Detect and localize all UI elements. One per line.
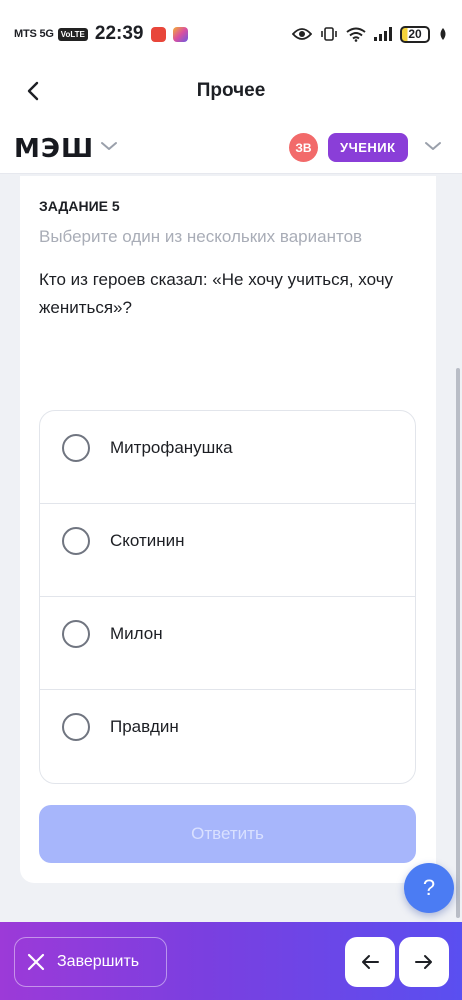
option-label: Правдин: [110, 717, 179, 736]
page-header: Прочее: [0, 68, 462, 116]
bottom-bar: Завершить: [0, 922, 462, 1000]
status-bar: MTS 5G VoLTE 22:39 20: [0, 0, 462, 68]
user-avatar[interactable]: ЗВ: [289, 133, 318, 162]
page-title: Прочее: [196, 80, 266, 101]
leaf-icon: [440, 28, 446, 40]
notification-app-icon: [150, 26, 166, 42]
scrollbar[interactable]: [456, 368, 460, 918]
battery-indicator: 20: [400, 25, 430, 43]
app-logo: МЭШ: [14, 134, 95, 164]
task-question: Кто из героев сказал: «Не хочу учиться, …: [39, 270, 394, 317]
option-label: Скотинин: [110, 531, 185, 550]
vibrate-icon: [321, 27, 337, 41]
status-time: 22:39: [94, 23, 144, 44]
answer-option[interactable]: Милон: [40, 597, 415, 690]
signal-icon: [374, 27, 392, 41]
radio-button[interactable]: [62, 527, 90, 555]
answer-button[interactable]: Ответить: [39, 805, 416, 863]
task-number: ЗАДАНИЕ 5: [39, 198, 120, 214]
option-label: Митрофанушка: [110, 438, 233, 457]
help-button[interactable]: ?: [404, 863, 454, 913]
task-hint: Выберите один из нескольких вариантов: [39, 227, 363, 246]
radio-button[interactable]: [62, 713, 90, 741]
wifi-icon: [346, 27, 366, 42]
volte-badge: VoLTE: [57, 27, 88, 41]
carrier-label: MTS 5G: [14, 28, 54, 40]
answer-option[interactable]: Правдин: [40, 690, 415, 783]
radio-button[interactable]: [62, 434, 90, 462]
arrow-left-icon: [362, 955, 379, 969]
role-badge[interactable]: УЧЕНИК: [328, 133, 408, 162]
option-label: Милон: [110, 624, 163, 643]
chevron-down-icon[interactable]: [100, 140, 118, 152]
arrow-right-icon: [415, 955, 432, 969]
close-icon: [27, 953, 45, 971]
notification-app-icon-2: [172, 26, 188, 42]
finish-button[interactable]: Завершить: [14, 937, 167, 987]
answer-option[interactable]: Митрофанушка: [40, 411, 415, 504]
next-button[interactable]: [399, 937, 449, 987]
answer-option[interactable]: Скотинин: [40, 504, 415, 597]
radio-button[interactable]: [62, 620, 90, 648]
task-card: ЗАДАНИЕ 5 Выберите один из нескольких ва…: [20, 176, 436, 883]
answer-options: Митрофанушка Скотинин Милон Правдин: [39, 410, 416, 784]
eye-icon: [292, 28, 312, 40]
previous-button[interactable]: [345, 937, 395, 987]
finish-label: Завершить: [57, 953, 140, 970]
app-bar: МЭШ ЗВ УЧЕНИК: [0, 116, 462, 174]
chevron-down-icon[interactable]: [424, 140, 442, 152]
